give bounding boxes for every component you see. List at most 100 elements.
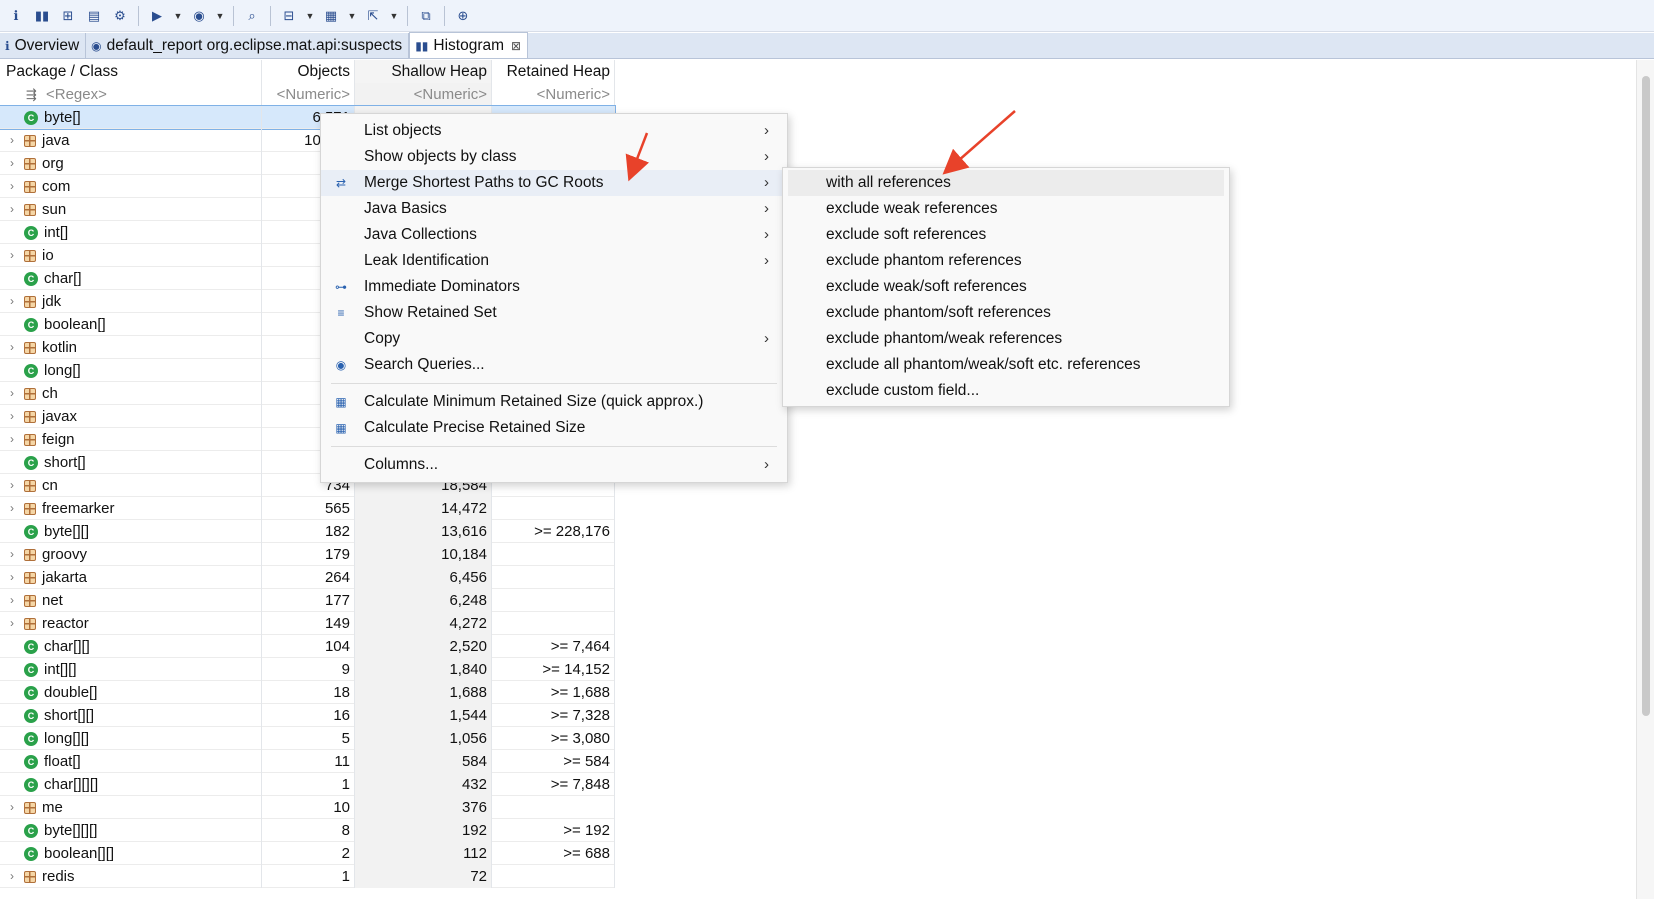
submenu-item-exclude-soft-references[interactable]: exclude soft references xyxy=(783,222,1229,248)
table-row[interactable]: Cboolean[][] 2 112 >= 688 xyxy=(0,842,615,865)
retained-heap-filter-input[interactable]: <Numeric> xyxy=(492,83,615,106)
table-row[interactable]: Cchar[][][] 1 432 >= 7,848 xyxy=(0,773,615,796)
column-header-shallow-heap[interactable]: Shallow Heap xyxy=(355,60,492,83)
submenu-item-exclude-phantom-references[interactable]: exclude phantom references xyxy=(783,248,1229,274)
tab-default-report[interactable]: ◉ default_report org.eclipse.mat.api:sus… xyxy=(86,33,410,58)
menu-item-java-basics[interactable]: Java Basics › xyxy=(321,196,787,222)
menu-item-java-collections[interactable]: Java Collections › xyxy=(321,222,787,248)
menu-item-merge-shortest-paths-to-gc-roots[interactable]: ⇄ Merge Shortest Paths to GC Roots › xyxy=(321,170,787,196)
expand-chevron-icon[interactable]: › xyxy=(0,290,24,313)
table-row[interactable]: › redis 1 72 xyxy=(0,865,615,888)
expand-chevron-icon[interactable]: › xyxy=(0,129,24,152)
scrollbar-thumb[interactable] xyxy=(1642,76,1650,716)
objects-filter-input[interactable]: <Numeric> xyxy=(262,83,355,106)
column-header-objects[interactable]: Objects xyxy=(262,60,355,83)
table-row[interactable]: › net 177 6,248 xyxy=(0,589,615,612)
oql-icon[interactable]: ▤ xyxy=(82,4,106,28)
run-report-icon[interactable]: ▶ xyxy=(145,4,169,28)
calculate-retained-icon[interactable]: ▦ xyxy=(319,4,343,28)
expand-chevron-icon[interactable]: › xyxy=(0,198,24,221)
menu-item-calculate-precise-retained-size[interactable]: ▦ Calculate Precise Retained Size xyxy=(321,415,787,441)
chevron-down-icon[interactable]: ▼ xyxy=(303,4,317,28)
copy-icon[interactable]: ⧉ xyxy=(414,4,438,28)
chevron-down-icon[interactable]: ▼ xyxy=(213,4,227,28)
menu-item-immediate-dominators[interactable]: ⊶ Immediate Dominators xyxy=(321,274,787,300)
group-result-icon[interactable]: ⊟ xyxy=(277,4,301,28)
shallow-heap-filter-input[interactable]: <Numeric> xyxy=(355,83,492,106)
table-row[interactable]: › me 10 376 xyxy=(0,796,615,819)
expand-chevron-icon[interactable]: › xyxy=(0,405,24,428)
tab-histogram[interactable]: ▮▮ Histogram ⊠ xyxy=(409,32,529,58)
menu-item-show-objects-by-class[interactable]: Show objects by class › xyxy=(321,144,787,170)
submenu-item-with-all-references[interactable]: with all references xyxy=(788,170,1224,196)
expand-chevron-icon[interactable]: › xyxy=(0,382,24,405)
table-row[interactable]: Cbyte[][][] 8 192 >= 192 xyxy=(0,819,615,842)
export-icon[interactable]: ⇱ xyxy=(361,4,385,28)
menu-item-search-queries[interactable]: ◉ Search Queries... xyxy=(321,352,787,378)
expand-chevron-icon[interactable]: › xyxy=(0,428,24,451)
table-row[interactable]: Cshort[][] 16 1,544 >= 7,328 xyxy=(0,704,615,727)
menu-item-copy[interactable]: Copy › xyxy=(321,326,787,352)
tab-overview[interactable]: ℹ Overview xyxy=(0,33,87,58)
chevron-down-icon[interactable]: ▼ xyxy=(345,4,359,28)
table-row[interactable]: › freemarker 565 14,472 xyxy=(0,497,615,520)
table-row[interactable]: Cdouble[] 18 1,688 >= 1,688 xyxy=(0,681,615,704)
table-row[interactable]: Cchar[][] 104 2,520 >= 7,464 xyxy=(0,635,615,658)
retained-heap-cell: >= 7,328 xyxy=(492,704,615,727)
find-object-icon[interactable]: ⌕ xyxy=(240,4,264,28)
expand-chevron-icon[interactable]: › xyxy=(0,566,24,589)
menu-item-calculate-minimum-retained-size-quick-approx[interactable]: ▦ Calculate Minimum Retained Size (quick … xyxy=(321,389,787,415)
dominator-tree-icon[interactable]: ⊞ xyxy=(56,4,80,28)
table-row[interactable]: Clong[][] 5 1,056 >= 3,080 xyxy=(0,727,615,750)
objects-cell: 104 xyxy=(262,635,355,658)
histogram-icon[interactable]: ▮▮ xyxy=(30,4,54,28)
row-label: kotlin xyxy=(42,339,78,356)
menu-item-show-retained-set[interactable]: ≡ Show Retained Set xyxy=(321,300,787,326)
open-heap-dumps-icon[interactable]: ⊕ xyxy=(451,4,475,28)
chevron-down-icon[interactable]: ▼ xyxy=(171,4,185,28)
expand-chevron-icon[interactable]: › xyxy=(0,152,24,175)
expand-chevron-icon[interactable]: › xyxy=(0,474,24,497)
class-icon: C xyxy=(24,708,38,723)
report-icon: ◉ xyxy=(91,38,102,53)
expand-chevron-icon[interactable]: › xyxy=(0,244,24,267)
table-row[interactable]: Cfloat[] 11 584 >= 584 xyxy=(0,750,615,773)
menu-item-list-objects[interactable]: List objects › xyxy=(321,118,787,144)
column-header-package-class[interactable]: Package / Class xyxy=(0,60,262,83)
query-browser-icon[interactable]: ◉ xyxy=(187,4,211,28)
expand-chevron-icon[interactable]: › xyxy=(0,543,24,566)
expand-chevron-icon[interactable]: › xyxy=(0,175,24,198)
menu-item-leak-identification[interactable]: Leak Identification › xyxy=(321,248,787,274)
objects-cell: 11 xyxy=(262,750,355,773)
table-row[interactable]: › reactor 149 4,272 xyxy=(0,612,615,635)
expand-chevron-icon[interactable]: › xyxy=(0,796,24,819)
table-row[interactable]: › groovy 179 10,184 xyxy=(0,543,615,566)
table-row[interactable]: Cint[][] 9 1,840 >= 14,152 xyxy=(0,658,615,681)
row-label: cn xyxy=(42,477,58,494)
chevron-down-icon[interactable]: ▼ xyxy=(387,4,401,28)
retained-heap-cell: >= 584 xyxy=(492,750,615,773)
submenu-item-exclude-custom-field[interactable]: exclude custom field... xyxy=(783,378,1229,404)
table-row[interactable]: Cbyte[][] 182 13,616 >= 228,176 xyxy=(0,520,615,543)
submenu-item-exclude-phantom-weak-references[interactable]: exclude phantom/weak references xyxy=(783,326,1229,352)
expand-chevron-icon[interactable]: › xyxy=(0,497,24,520)
toolbar-separator xyxy=(270,5,271,26)
expand-chevron-icon[interactable]: › xyxy=(0,865,24,888)
submenu-item-exclude-weak-soft-references[interactable]: exclude weak/soft references xyxy=(783,274,1229,300)
regex-filter-input[interactable]: ⇶ <Regex> xyxy=(0,83,262,106)
submenu-item-exclude-all-phantom-weak-soft-etc-references[interactable]: exclude all phantom/weak/soft etc. refer… xyxy=(783,352,1229,378)
info-icon[interactable]: ℹ xyxy=(4,4,28,28)
class-icon: C xyxy=(24,662,38,677)
expand-chevron-icon[interactable]: › xyxy=(0,612,24,635)
submenu-item-exclude-phantom-soft-references[interactable]: exclude phantom/soft references xyxy=(783,300,1229,326)
shallow-heap-cell: 10,184 xyxy=(355,543,492,566)
expand-chevron-icon[interactable]: › xyxy=(0,336,24,359)
submenu-item-exclude-weak-references[interactable]: exclude weak references xyxy=(783,196,1229,222)
close-icon[interactable]: ⊠ xyxy=(511,39,521,53)
vertical-scrollbar[interactable] xyxy=(1636,60,1654,899)
column-header-retained-heap[interactable]: Retained Heap xyxy=(492,60,615,83)
menu-item-columns[interactable]: Columns... › xyxy=(321,452,787,478)
expand-chevron-icon[interactable]: › xyxy=(0,589,24,612)
table-row[interactable]: › jakarta 264 6,456 xyxy=(0,566,615,589)
heap-dump-overview-icon[interactable]: ⚙ xyxy=(108,4,132,28)
